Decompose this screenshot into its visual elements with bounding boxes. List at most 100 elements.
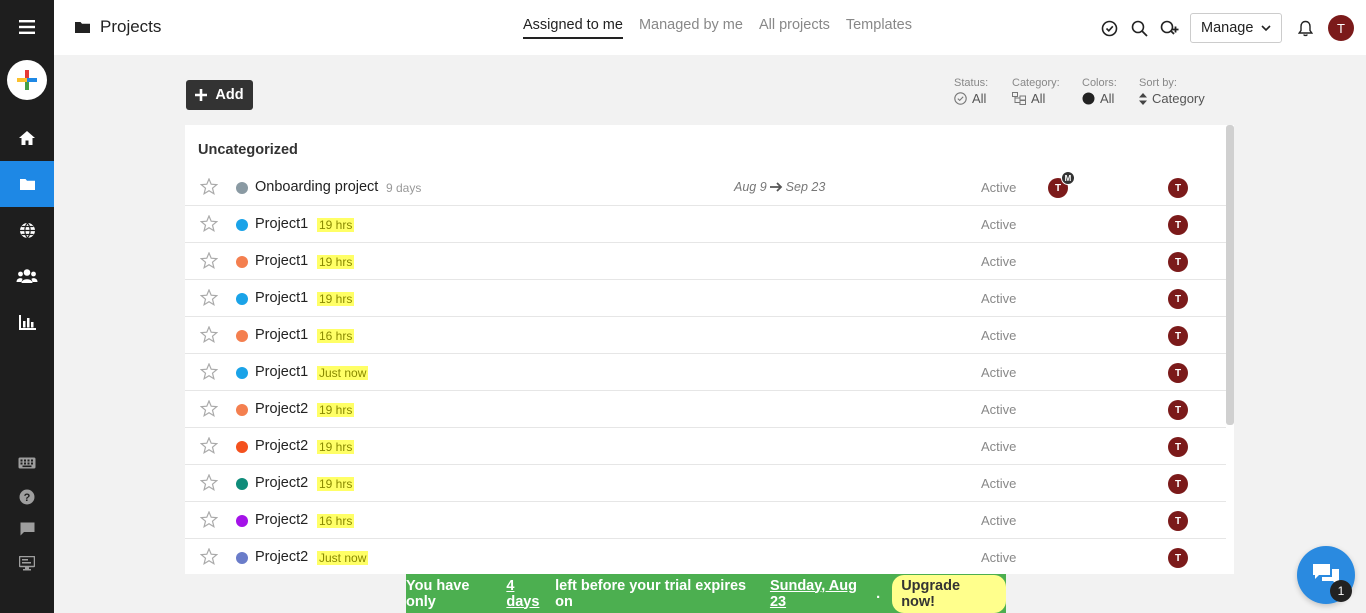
- tab-managed-by-me[interactable]: Managed by me: [639, 17, 743, 39]
- display-settings-button[interactable]: [0, 548, 54, 578]
- time-badge: Just now: [317, 551, 369, 565]
- status-label: Active: [981, 291, 1017, 306]
- project-color-dot: [236, 441, 248, 453]
- project-name[interactable]: Project2: [255, 549, 308, 565]
- star-icon[interactable]: [200, 511, 218, 528]
- tab-all-projects[interactable]: All projects: [759, 17, 830, 39]
- create-button[interactable]: [7, 60, 47, 100]
- sidebar-item-home[interactable]: [0, 115, 54, 161]
- time-badge: Just now: [317, 366, 369, 380]
- check-circle-icon: [954, 92, 967, 105]
- sort-filter[interactable]: Sort by: Category: [1139, 77, 1205, 106]
- status-filter[interactable]: Status: All: [954, 77, 988, 106]
- user-avatar[interactable]: T: [1328, 15, 1354, 41]
- star-icon[interactable]: [200, 252, 218, 269]
- folder-icon: [75, 22, 90, 33]
- start-date: Aug 9: [734, 180, 767, 194]
- star-icon[interactable]: [200, 289, 218, 306]
- globe-icon: [19, 222, 35, 238]
- status-label: Active: [981, 402, 1017, 417]
- table-row[interactable]: Project2 Just now Active T: [185, 539, 1226, 574]
- table-row[interactable]: Onboarding project 9 days Aug 9 Sep 23 Activ…: [185, 169, 1226, 206]
- project-name[interactable]: Project2: [255, 475, 308, 491]
- chat-widget-button[interactable]: 1: [1297, 546, 1355, 604]
- project-name[interactable]: Project2: [255, 512, 308, 528]
- project-name[interactable]: Project1: [255, 216, 308, 232]
- assignee-avatar[interactable]: T: [1168, 178, 1188, 198]
- time-badge: 16 hrs: [317, 514, 355, 528]
- project-color-dot: [236, 404, 248, 416]
- sidebar-item-projects[interactable]: [0, 161, 54, 207]
- star-icon[interactable]: [200, 400, 218, 417]
- star-icon[interactable]: [200, 326, 218, 343]
- tab-assigned-to-me[interactable]: Assigned to me: [523, 17, 623, 39]
- table-row[interactable]: Project1 16 hrs Active T: [185, 317, 1226, 354]
- svg-text:?: ?: [24, 492, 31, 504]
- star-icon[interactable]: [200, 363, 218, 380]
- assignee-avatar[interactable]: T: [1168, 215, 1188, 235]
- colors-filter[interactable]: Colors: All: [1082, 77, 1117, 106]
- project-name[interactable]: Onboarding project: [255, 179, 378, 195]
- project-color-dot: [236, 256, 248, 268]
- project-name[interactable]: Project1: [255, 290, 308, 306]
- tab-templates[interactable]: Templates: [846, 17, 912, 39]
- project-name[interactable]: Project2: [255, 438, 308, 454]
- category-filter[interactable]: Category: All: [1012, 77, 1060, 106]
- arrow-right-icon: [769, 182, 782, 192]
- menu-button[interactable]: [0, 4, 54, 50]
- feedback-button[interactable]: [0, 514, 54, 544]
- assignee-avatar[interactable]: T: [1168, 289, 1188, 309]
- project-color-dot: [236, 552, 248, 564]
- project-name[interactable]: Project2: [255, 401, 308, 417]
- sidebar-item-public[interactable]: [0, 207, 54, 253]
- table-row[interactable]: Project1 Just now Active T: [185, 354, 1226, 391]
- status-label: Active: [981, 439, 1017, 454]
- table-row[interactable]: Project1 19 hrs Active T: [185, 280, 1226, 317]
- category-filter-value: All: [1031, 91, 1046, 106]
- trial-suffix: .: [876, 585, 881, 602]
- table-row[interactable]: Project2 16 hrs Active T: [185, 502, 1226, 539]
- manage-dropdown[interactable]: Manage: [1190, 13, 1282, 43]
- time-badge: 19 hrs: [317, 292, 355, 306]
- assignee-avatar[interactable]: T: [1168, 511, 1188, 531]
- star-icon[interactable]: [200, 437, 218, 454]
- search-plus-icon: [1160, 20, 1178, 35]
- star-icon[interactable]: [200, 474, 218, 491]
- sidebar-item-reports[interactable]: [0, 299, 54, 345]
- help-button[interactable]: ?: [0, 482, 54, 512]
- star-icon[interactable]: [200, 548, 218, 565]
- status-label: Active: [981, 365, 1017, 380]
- menu-icon: [19, 20, 35, 34]
- notifications-button[interactable]: [1290, 13, 1320, 43]
- project-name[interactable]: Project1: [255, 253, 308, 269]
- quick-add-button[interactable]: [1154, 13, 1184, 43]
- star-icon[interactable]: [200, 178, 218, 195]
- assignee-avatar[interactable]: T: [1168, 363, 1188, 383]
- project-color-dot: [236, 182, 248, 194]
- table-row[interactable]: Project2 19 hrs Active T: [185, 391, 1226, 428]
- upgrade-button[interactable]: Upgrade now!: [892, 574, 1006, 613]
- table-row[interactable]: Project1 19 hrs Active T: [185, 243, 1226, 280]
- search-button[interactable]: [1124, 13, 1154, 43]
- keyboard-shortcuts-button[interactable]: [0, 448, 54, 478]
- assignee-avatar[interactable]: T: [1168, 437, 1188, 457]
- clock-check-icon: [1101, 20, 1117, 36]
- list-scrollbar[interactable]: [1226, 125, 1234, 425]
- assignee-avatar[interactable]: T: [1168, 326, 1188, 346]
- table-row[interactable]: Project2 19 hrs Active T: [185, 465, 1226, 502]
- sidebar-item-team[interactable]: [0, 253, 54, 299]
- add-project-button[interactable]: Add: [186, 80, 253, 110]
- table-row[interactable]: Project1 19 hrs Active T: [185, 206, 1226, 243]
- trial-banner: You have only 4 days left before your tr…: [406, 574, 1006, 613]
- project-name[interactable]: Project1: [255, 327, 308, 343]
- assignee-avatar[interactable]: T: [1168, 474, 1188, 494]
- project-name[interactable]: Project1: [255, 364, 308, 380]
- star-icon[interactable]: [200, 215, 218, 232]
- trial-prefix: You have only: [406, 577, 470, 610]
- table-row[interactable]: Project2 19 hrs Active T: [185, 428, 1226, 465]
- assignee-avatar[interactable]: T: [1168, 548, 1188, 568]
- assignee-avatar[interactable]: T: [1168, 252, 1188, 272]
- tabs: Assigned to me Managed by me All project…: [523, 17, 912, 39]
- time-tracker-button[interactable]: [1094, 13, 1124, 43]
- assignee-avatar[interactable]: T: [1168, 400, 1188, 420]
